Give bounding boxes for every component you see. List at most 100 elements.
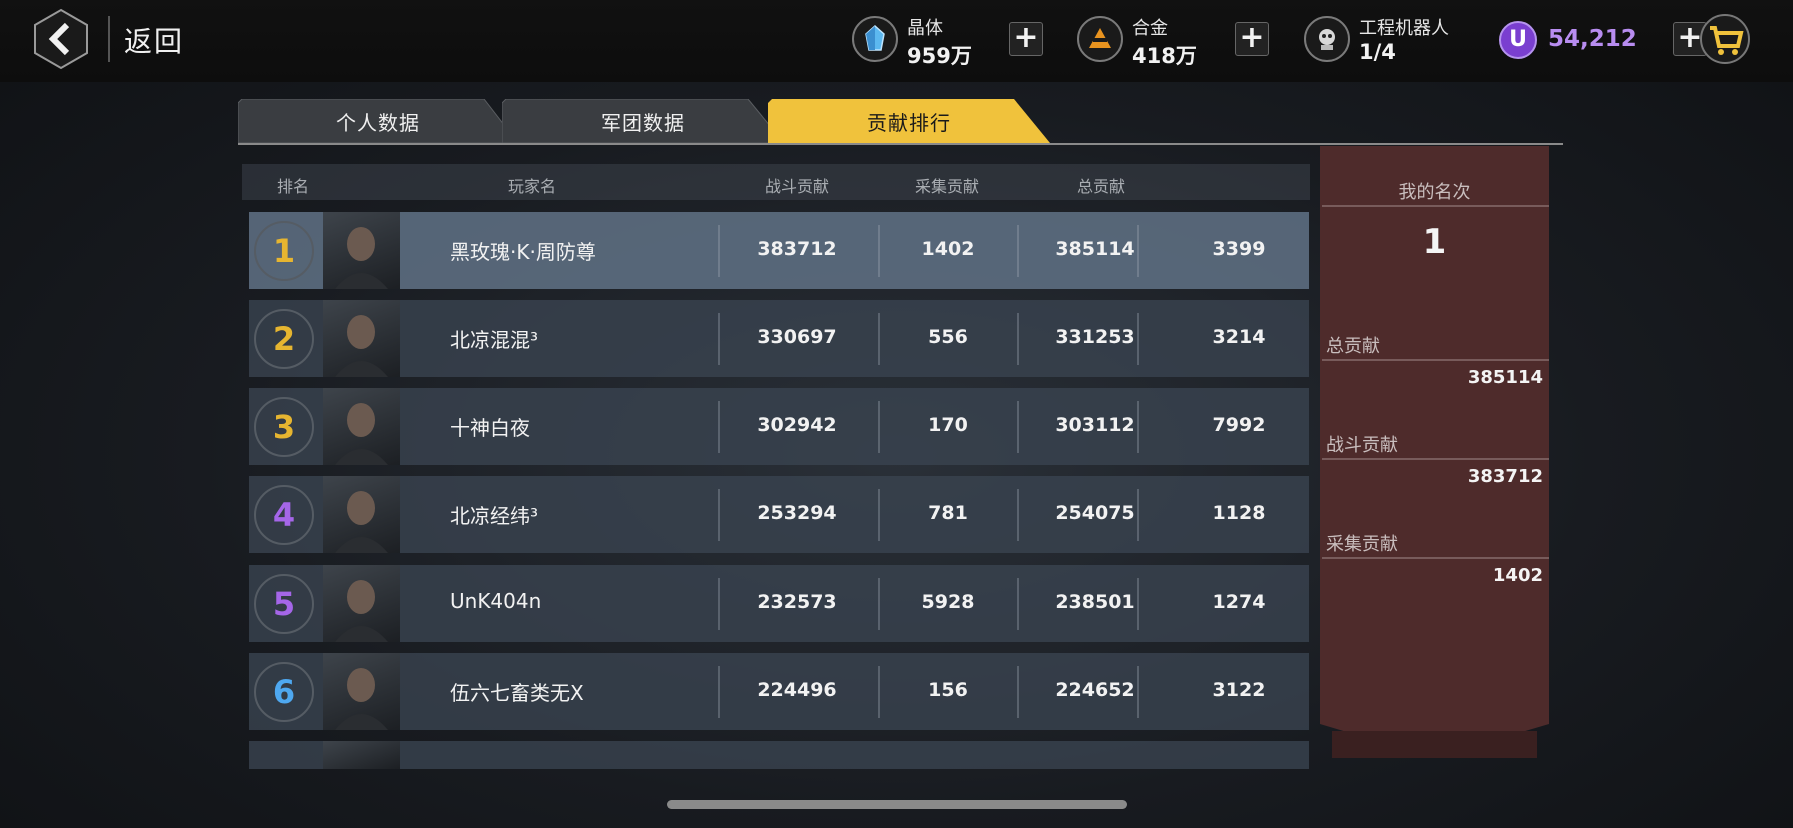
rank-badge: 3 [254,397,314,457]
my-rank-panel: 我的名次 1 总贡献 385114 战斗贡献 383712 采集贡献 1402 [1320,146,1549,758]
header-rank: 排名 [277,177,310,196]
currency-icon: U [1499,21,1537,59]
divider [878,489,880,541]
divider [878,578,880,630]
crystal-icon [852,16,898,62]
resource-value: 959万 [907,44,972,68]
tab-label: 贡献排行 [867,110,951,135]
tab-personal-data[interactable]: 个人数据 [238,99,518,143]
back-label[interactable]: 返回 [124,20,184,60]
header-battle: 战斗贡献 [765,177,830,196]
alloy-icon [1077,16,1123,62]
currency-value: 54,212 [1548,26,1637,52]
rank-badge: 4 [254,485,314,545]
divider [878,666,880,718]
resource-value: 1/4 [1359,40,1396,64]
tab-label: 个人数据 [336,110,420,135]
row-extra-value: 3122 [1212,679,1266,701]
table-row[interactable]: 2 北凉混混³ 330697 556 331253 3214 [249,300,1309,377]
collect-contribution: 1402 [921,238,975,260]
robot-icon [1304,16,1350,62]
total-value: 385114 [1467,367,1543,388]
divider [718,313,720,365]
table-row[interactable]: 5 UnK404n 232573 5928 238501 1274 [249,565,1309,642]
header-player-name: 玩家名 [508,177,557,196]
tab-label: 军团数据 [601,110,685,135]
header-total: 总贡献 [1077,177,1126,196]
divider [1137,666,1139,718]
battle-value: 383712 [1467,466,1543,487]
avatar[interactable] [323,565,400,642]
player-name: 黑玫瑰·K·周防尊 [450,240,596,264]
tab-bar: 个人数据 军团数据 贡献排行 [238,99,1163,145]
collect-contribution: 556 [928,326,968,348]
battle-contribution: 383712 [757,238,837,260]
battle-contribution: 224496 [757,679,837,701]
divider [878,313,880,365]
resource-name: 晶体 [907,18,943,39]
collect-contribution: 156 [928,679,968,701]
back-button[interactable] [30,8,92,70]
tab-contribution-ranking[interactable]: 贡献排行 [768,99,1050,143]
player-name: UnK404n [450,589,542,613]
avatar [323,741,400,769]
battle-contribution: 232573 [757,591,837,613]
player-name: 十神白夜 [450,416,530,440]
table-row[interactable]: 4 北凉经纬³ 253294 781 254075 1128 [249,476,1309,553]
tab-underline [238,143,1563,145]
divider [1322,458,1549,460]
total-label: 总贡献 [1326,336,1380,357]
resource-alloy: 合金 418万 [1077,10,1207,70]
resource-value: 418万 [1132,44,1197,68]
table-header: 排名 玩家名 战斗贡献 采集贡献 总贡献 [242,164,1310,200]
divider [1137,225,1139,277]
battle-label: 战斗贡献 [1326,435,1398,456]
battle-contribution: 302942 [757,414,837,436]
row-extra-value: 3399 [1212,238,1266,260]
divider [878,225,880,277]
player-name: 伍六七畜类无X [450,681,584,705]
battle-contribution: 253294 [757,502,837,524]
add-alloy-button[interactable]: + [1235,22,1269,56]
table-row-partial[interactable] [249,741,1309,769]
avatar[interactable] [323,388,400,465]
top-bar: 返回 晶体 959万 + 合金 418万 + 工程机器人 1/4 U 54,21… [0,0,1793,82]
avatar[interactable] [323,653,400,730]
divider [1137,313,1139,365]
resource-name: 合金 [1132,18,1168,39]
header-collect: 采集贡献 [915,177,980,196]
divider [878,401,880,453]
avatar[interactable] [323,476,400,553]
divider [108,16,110,62]
divider [718,225,720,277]
resource-name: 工程机器人 [1359,18,1449,39]
collect-value: 1402 [1492,565,1543,586]
row-extra-value: 1128 [1212,502,1266,524]
table-row[interactable]: 1 黑玫瑰·K·周防尊 383712 1402 385114 3399 [249,212,1309,289]
divider [1017,401,1019,453]
avatar[interactable] [323,300,400,377]
divider [1017,578,1019,630]
divider [1137,489,1139,541]
add-crystal-button[interactable]: + [1009,22,1043,56]
table-row[interactable]: 3 十神白夜 302942 170 303112 7992 [249,388,1309,465]
divider [1137,401,1139,453]
divider [718,401,720,453]
divider [718,578,720,630]
divider [1017,225,1019,277]
tab-legion-data[interactable]: 军团数据 [502,99,784,143]
avatar[interactable] [323,212,400,289]
home-indicator[interactable] [667,800,1127,809]
table-row[interactable]: 6 伍六七畜类无X 224496 156 224652 3122 [249,653,1309,730]
player-name: 北凉混混³ [450,328,539,352]
collect-contribution: 5928 [921,591,975,613]
collect-contribution: 781 [928,502,968,524]
divider [1017,666,1019,718]
shop-cart-button[interactable] [1700,14,1750,64]
divider [1322,557,1549,559]
divider [1322,205,1549,207]
rank-badge: 1 [254,221,314,281]
divider [1137,578,1139,630]
resource-robot: 工程机器人 1/4 [1304,10,1474,70]
row-extra-value: 7992 [1212,414,1266,436]
